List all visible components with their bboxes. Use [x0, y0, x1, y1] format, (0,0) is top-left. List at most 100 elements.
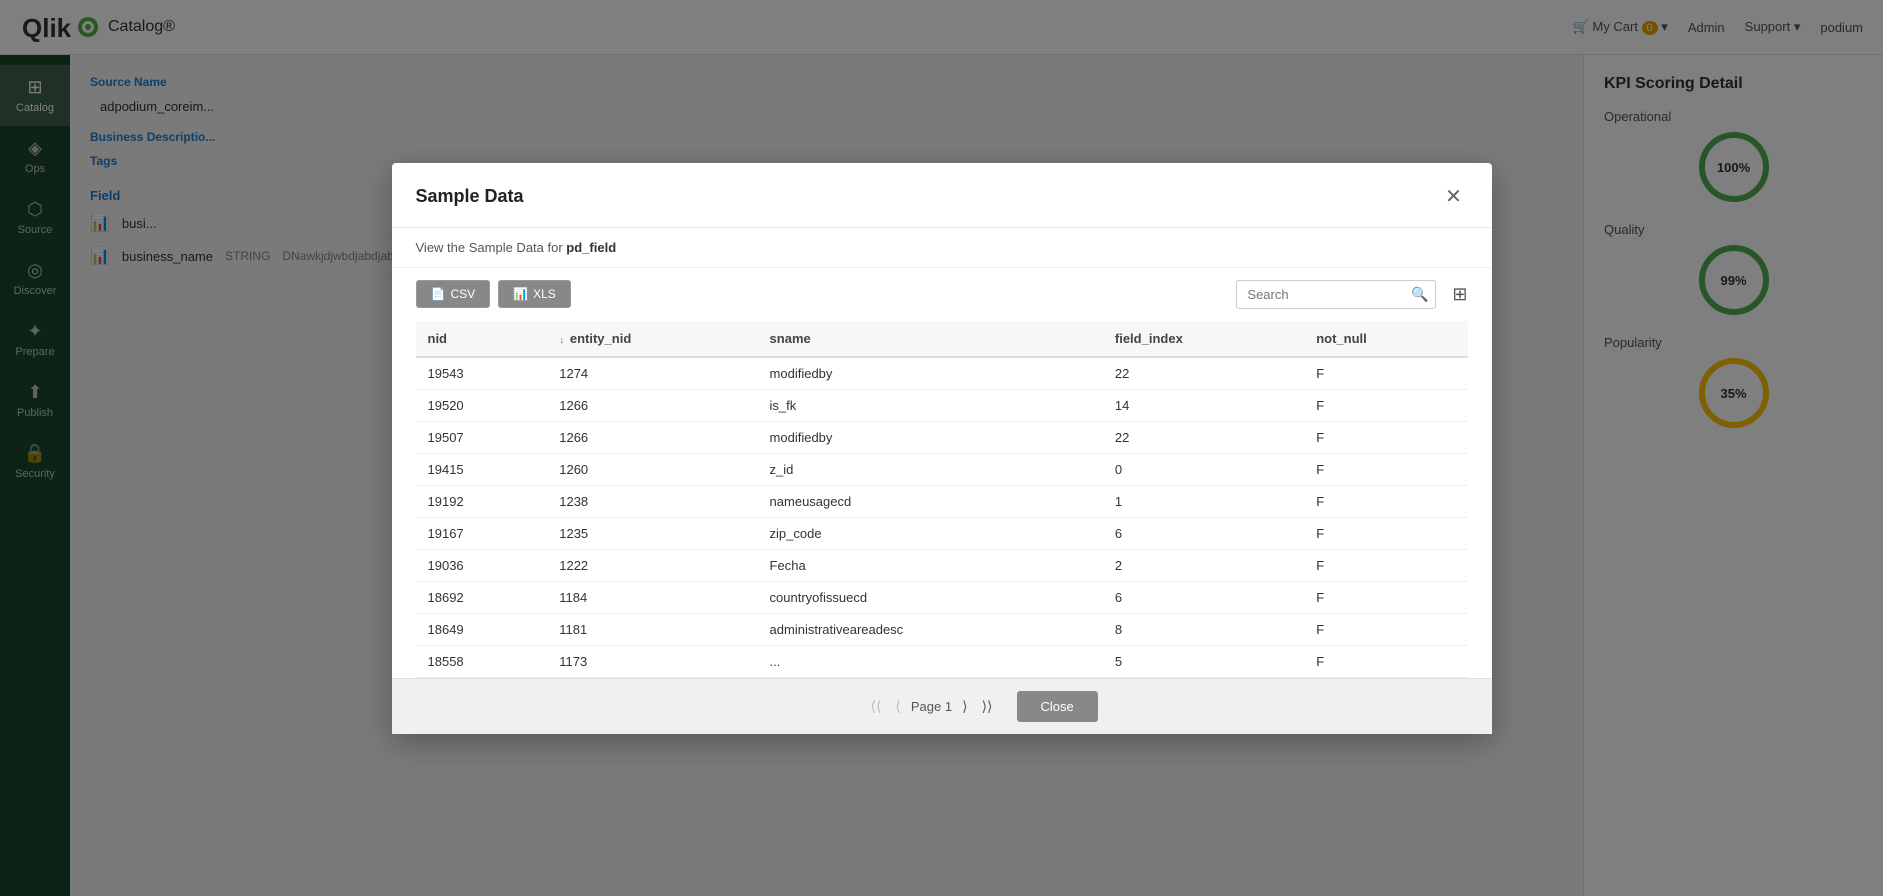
subtitle-field: pd_field: [566, 240, 616, 255]
cell-sname-8: administrativeareadesc: [758, 613, 1103, 645]
table-row: 190361222Fecha2F: [416, 549, 1468, 581]
grid-view-icon[interactable]: ⊞: [1452, 284, 1467, 305]
table-header: nid ↓ entity_nid sname field_index not_n…: [416, 321, 1468, 357]
cell-sname-9: ...: [758, 645, 1103, 677]
cell-not_null-9: F: [1304, 645, 1467, 677]
cell-field_index-1: 14: [1103, 389, 1304, 421]
cell-field_index-3: 0: [1103, 453, 1304, 485]
cell-not_null-8: F: [1304, 613, 1467, 645]
cell-entity_nid-2: 1266: [547, 421, 757, 453]
page-label: Page 1: [911, 699, 952, 714]
col-nid: nid: [416, 321, 548, 357]
modal-header: Sample Data ✕: [392, 163, 1492, 228]
col-entity-nid[interactable]: ↓ entity_nid: [547, 321, 757, 357]
cell-nid-0: 19543: [416, 357, 548, 390]
table-row: 191921238nameusagecd1F: [416, 485, 1468, 517]
cell-not_null-6: F: [1304, 549, 1467, 581]
cell-nid-8: 18649: [416, 613, 548, 645]
pagination: ⟨⟨ ⟨ Page 1 ⟩ ⟩⟩: [866, 696, 996, 717]
cell-field_index-5: 6: [1103, 517, 1304, 549]
col-not-null: not_null: [1304, 321, 1467, 357]
close-button[interactable]: Close: [1017, 691, 1098, 722]
xls-button[interactable]: 📊 XLS: [498, 280, 571, 308]
cell-field_index-8: 8: [1103, 613, 1304, 645]
cell-entity_nid-3: 1260: [547, 453, 757, 485]
col-sname: sname: [758, 321, 1103, 357]
search-input[interactable]: [1236, 280, 1436, 309]
search-box: 🔍: [1236, 280, 1436, 309]
cell-entity_nid-6: 1222: [547, 549, 757, 581]
cell-sname-5: zip_code: [758, 517, 1103, 549]
modal-table-wrap: nid ↓ entity_nid sname field_index not_n…: [392, 321, 1492, 678]
csv-button[interactable]: 📄 CSV: [416, 280, 491, 308]
cell-nid-1: 19520: [416, 389, 548, 421]
table-row: 195201266is_fk14F: [416, 389, 1468, 421]
cell-not_null-4: F: [1304, 485, 1467, 517]
cell-entity_nid-4: 1238: [547, 485, 757, 517]
col-entity-nid-label: entity_nid: [570, 331, 631, 346]
cell-sname-7: countryofissuecd: [758, 581, 1103, 613]
csv-icon: 📄: [431, 287, 446, 301]
cell-entity_nid-9: 1173: [547, 645, 757, 677]
cell-sname-3: z_id: [758, 453, 1103, 485]
modal-subtitle: View the Sample Data for pd_field: [392, 228, 1492, 268]
table-row: 195071266modifiedby22F: [416, 421, 1468, 453]
cell-nid-6: 19036: [416, 549, 548, 581]
first-page-button[interactable]: ⟨⟨: [866, 696, 885, 717]
close-icon: ✕: [1445, 184, 1462, 209]
next-page-button[interactable]: ⟩: [958, 696, 971, 717]
last-page-button[interactable]: ⟩⟩: [978, 696, 997, 717]
table-row: 186921184countryofissuecd6F: [416, 581, 1468, 613]
search-icon: 🔍: [1411, 286, 1428, 303]
cell-not_null-3: F: [1304, 453, 1467, 485]
cell-field_index-2: 22: [1103, 421, 1304, 453]
cell-sname-0: modifiedby: [758, 357, 1103, 390]
modal-title: Sample Data: [416, 186, 524, 207]
cell-nid-7: 18692: [416, 581, 548, 613]
cell-entity_nid-5: 1235: [547, 517, 757, 549]
modal-footer: ⟨⟨ ⟨ Page 1 ⟩ ⟩⟩ Close: [392, 678, 1492, 734]
sort-arrow-entity-nid: ↓: [559, 335, 564, 346]
page-text: Page: [911, 699, 941, 714]
xls-icon: 📊: [513, 287, 528, 301]
cell-field_index-9: 5: [1103, 645, 1304, 677]
cell-field_index-6: 2: [1103, 549, 1304, 581]
cell-not_null-7: F: [1304, 581, 1467, 613]
col-sname-label: sname: [770, 331, 811, 346]
modal-close-button[interactable]: ✕: [1440, 183, 1468, 211]
cell-entity_nid-8: 1181: [547, 613, 757, 645]
cell-field_index-7: 6: [1103, 581, 1304, 613]
cell-entity_nid-0: 1274: [547, 357, 757, 390]
cell-entity_nid-1: 1266: [547, 389, 757, 421]
cell-nid-3: 19415: [416, 453, 548, 485]
sample-data-table: nid ↓ entity_nid sname field_index not_n…: [416, 321, 1468, 678]
table-row: 185581173...5F: [416, 645, 1468, 677]
col-not-null-label: not_null: [1316, 331, 1367, 346]
table-row: 191671235zip_code6F: [416, 517, 1468, 549]
xls-label: XLS: [533, 287, 556, 301]
cell-nid-4: 19192: [416, 485, 548, 517]
cell-not_null-5: F: [1304, 517, 1467, 549]
col-field-index: field_index: [1103, 321, 1304, 357]
cell-nid-5: 19167: [416, 517, 548, 549]
col-field-index-label: field_index: [1115, 331, 1183, 346]
cell-field_index-4: 1: [1103, 485, 1304, 517]
table-header-row: nid ↓ entity_nid sname field_index not_n…: [416, 321, 1468, 357]
cell-entity_nid-7: 1184: [547, 581, 757, 613]
table-row: 186491181administrativeareadesc8F: [416, 613, 1468, 645]
cell-not_null-0: F: [1304, 357, 1467, 390]
col-nid-label: nid: [428, 331, 448, 346]
cell-sname-1: is_fk: [758, 389, 1103, 421]
cell-field_index-0: 22: [1103, 357, 1304, 390]
subtitle-text: View the Sample Data for: [416, 240, 563, 255]
cell-sname-6: Fecha: [758, 549, 1103, 581]
cell-not_null-1: F: [1304, 389, 1467, 421]
csv-label: CSV: [450, 287, 475, 301]
cell-not_null-2: F: [1304, 421, 1467, 453]
prev-page-button[interactable]: ⟨: [891, 696, 904, 717]
cell-sname-4: nameusagecd: [758, 485, 1103, 517]
cell-nid-2: 19507: [416, 421, 548, 453]
current-page: 1: [945, 699, 952, 714]
table-body: 195431274modifiedby22F195201266is_fk14F1…: [416, 357, 1468, 678]
table-row: 195431274modifiedby22F: [416, 357, 1468, 390]
